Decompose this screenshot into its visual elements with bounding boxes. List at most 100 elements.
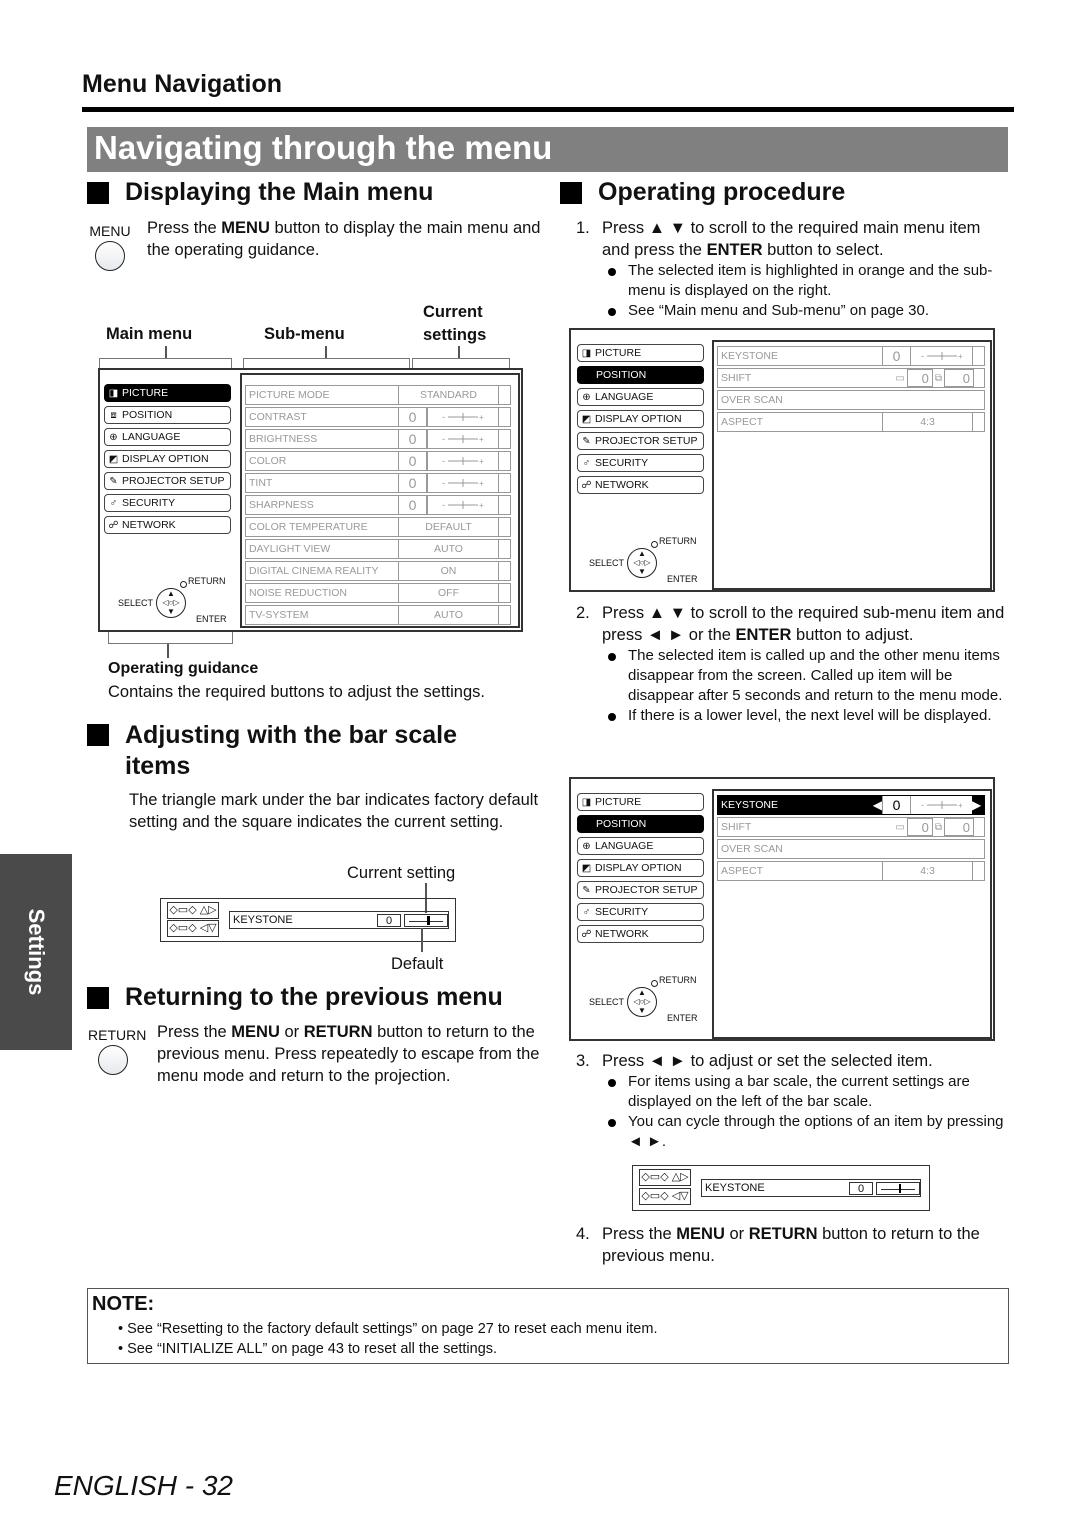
main-menu-item-security[interactable]: ♂ SECURITY [577, 903, 704, 921]
note-title: NOTE: [92, 1293, 155, 1315]
enter-guide-label: ENTER [667, 1013, 698, 1023]
returning-text: Press the MENU or RETURN button to retur… [157, 1023, 540, 1085]
main-menu-item-position[interactable]: ⧈ POSITION [104, 406, 231, 424]
bar-scale-icon: - + [442, 434, 484, 444]
position-submenu-row-over-scan[interactable]: OVER SCAN [717, 390, 985, 410]
main-menu-item-display-option[interactable]: ◩ DISPLAY OPTION [577, 859, 704, 877]
main-menu-item-label: PICTURE [595, 347, 642, 359]
submenu-label: SHIFT [721, 821, 752, 833]
main-menu-item-position[interactable]: POSITION [577, 815, 704, 833]
main-menu-item-security[interactable]: ♂ SECURITY [104, 494, 231, 512]
return-guide-icon [651, 980, 658, 987]
position-submenu-row-keystone[interactable]: KEYSTONE 0- + [717, 346, 985, 366]
bar-scale-example: ◇▭◇ △▷ ◇▭◇ ◁▽ KEYSTONE 0 [160, 898, 456, 942]
header-rule [82, 107, 1014, 112]
bar-scale-example-2: ◇▭◇ △▷ ◇▭◇ ◁▽ KEYSTONE 0 [632, 1165, 930, 1211]
return-guide-icon [180, 581, 187, 588]
right-arrow-icon[interactable]: ▶ [972, 798, 984, 812]
main-menu-item-display-option[interactable]: ◩ DISPLAY OPTION [577, 410, 704, 428]
section-heading: Menu Navigation [82, 70, 283, 98]
main-menu-item-projector-setup[interactable]: ✎ PROJECTOR SETUP [577, 881, 704, 899]
select-guide-label: SELECT [589, 558, 625, 568]
main-menu-item-security[interactable]: ♂ SECURITY [577, 454, 704, 472]
main-menu-item-network[interactable]: ☍ NETWORK [577, 476, 704, 494]
main-menu-screen: ◨ PICTURE ⧈ POSITION ⊕ LANGUAGE ◩ DISPLAY OPTIO… [98, 368, 523, 632]
position-submenu-row-over-scan[interactable]: OVER SCAN [717, 839, 985, 859]
side-tab[interactable]: Settings [0, 854, 72, 1050]
enter-guide-label: ENTER [667, 574, 698, 584]
main-menu-item-picture[interactable]: ◨ PICTURE [577, 344, 704, 362]
submenu-row[interactable]: PICTURE MODE STANDARD [245, 385, 511, 405]
submenu-row[interactable]: CONTRAST 0- + [245, 407, 511, 427]
key-icon: ♂ [582, 906, 591, 918]
position-submenu-row-keystone[interactable]: KEYSTONE ◀ 0- + ▶ [717, 795, 985, 815]
submenu-row[interactable]: SHARPNESS 0- + [245, 495, 511, 515]
main-menu-item-language[interactable]: ⊕ LANGUAGE [577, 388, 704, 406]
main-menu-item-network[interactable]: ☍ NETWORK [577, 925, 704, 943]
main-menu-item-picture[interactable]: ◨ PICTURE [104, 384, 231, 402]
submenu-value: 0 [398, 408, 426, 426]
submenu-value: AUTO [398, 606, 498, 624]
return-guide-label: RETURN [659, 536, 697, 546]
main-menu-item-projector-setup[interactable]: ✎ PROJECTOR SETUP [104, 472, 231, 490]
main-menu-item-label: POSITION [596, 818, 647, 830]
picture-icon: ◨ [581, 796, 592, 808]
bracket-operating-guidance [108, 632, 233, 644]
display-option-icon: ◩ [581, 862, 592, 874]
projector-setup-icon: ✎ [582, 435, 591, 447]
h-shift-icon: ▭ [895, 372, 905, 384]
main-menu-item-label: DISPLAY OPTION [595, 413, 682, 425]
leader-line [167, 644, 169, 658]
submenu-row[interactable]: DIGITAL CINEMA REALITY ON [245, 561, 511, 581]
submenu-value: 0 [398, 474, 426, 492]
enter-guide-label: ENTER [196, 614, 227, 624]
main-menu-item-network[interactable]: ☍ NETWORK [104, 516, 231, 534]
svg-text:+: + [958, 801, 963, 810]
main-menu-item-display-option[interactable]: ◩ DISPLAY OPTION [104, 450, 231, 468]
submenu-label: COLOR TEMPERATURE [249, 521, 368, 533]
main-menu-item-position[interactable]: POSITION [577, 366, 704, 384]
position-submenu-row-aspect[interactable]: ASPECT 4:3 [717, 412, 985, 432]
note-box: NOTE: • See “Resetting to the factory de… [87, 1288, 1009, 1364]
svg-text:+: + [479, 457, 484, 466]
main-menu-item-language[interactable]: ⊕ LANGUAGE [577, 837, 704, 855]
submenu-row[interactable]: COLOR TEMPERATURE DEFAULT [245, 517, 511, 537]
leader-line [325, 346, 327, 358]
projector-setup-icon: ✎ [582, 884, 591, 896]
v-shift-icon: ⧉ [934, 821, 942, 833]
note-item: • See “INITIALIZE ALL” on page 43 to res… [118, 1341, 498, 1357]
keystone-item[interactable]: KEYSTONE 0 [229, 911, 449, 929]
globe-icon: ⊕ [582, 840, 591, 852]
bar-scale-icon: - + [921, 351, 963, 361]
keystone-up-icon: ◇▭◇ △▷ [639, 1169, 691, 1186]
main-menu-item-projector-setup[interactable]: ✎ PROJECTOR SETUP [577, 432, 704, 450]
submenu-row[interactable]: TV-SYSTEM AUTO [245, 605, 511, 625]
position-submenu-row-shift[interactable]: SHIFT ▭ 0 ⧉ 0 [717, 817, 985, 837]
main-menu-item-label: NETWORK [122, 519, 176, 531]
submenu-label: KEYSTONE [721, 799, 778, 811]
menu-button-label: MENU [89, 223, 131, 239]
current-setting-label: Current setting [347, 864, 456, 882]
submenu-label: ASPECT [721, 865, 764, 877]
position-submenu-row-aspect[interactable]: ASPECT 4:3 [717, 861, 985, 881]
leader-line [421, 928, 423, 952]
left-arrow-icon[interactable]: ◀ [873, 798, 882, 812]
position-submenu-row-shift[interactable]: SHIFT ▭ 0 ⧉ 0 [717, 368, 985, 388]
step-4: 4. Press the MENU or RETURN button to ret… [576, 1225, 980, 1265]
keystone-item[interactable]: KEYSTONE 0 [701, 1179, 921, 1197]
bar-scale: - + [426, 474, 498, 492]
submenu-row[interactable]: COLOR 0- + [245, 451, 511, 471]
svg-text:+: + [958, 352, 963, 361]
submenu-row[interactable]: NOISE REDUCTION OFF [245, 583, 511, 603]
position-submenu-active: KEYSTONE ◀ 0- + ▶ SHIFT ▭ 0 ⧉ 0 OVER SCAN ASPECT 4:3 [712, 789, 992, 1039]
leader-line [165, 346, 167, 358]
submenu-label: SHARPNESS [249, 499, 314, 511]
main-menu-item-language[interactable]: ⊕ LANGUAGE [104, 428, 231, 446]
submenu-row[interactable]: DAYLIGHT VIEW AUTO [245, 539, 511, 559]
main-menu-item-picture[interactable]: ◨ PICTURE [577, 793, 704, 811]
submenu-row[interactable]: BRIGHTNESS 0- + [245, 429, 511, 449]
dpad-icon: ▲ ◁○▷ ▼ [627, 987, 657, 1017]
heading-square-icon [87, 182, 109, 204]
submenu-row[interactable]: TINT 0- + [245, 473, 511, 493]
displaying-text: Press the MENU button to display the mai… [147, 219, 541, 259]
